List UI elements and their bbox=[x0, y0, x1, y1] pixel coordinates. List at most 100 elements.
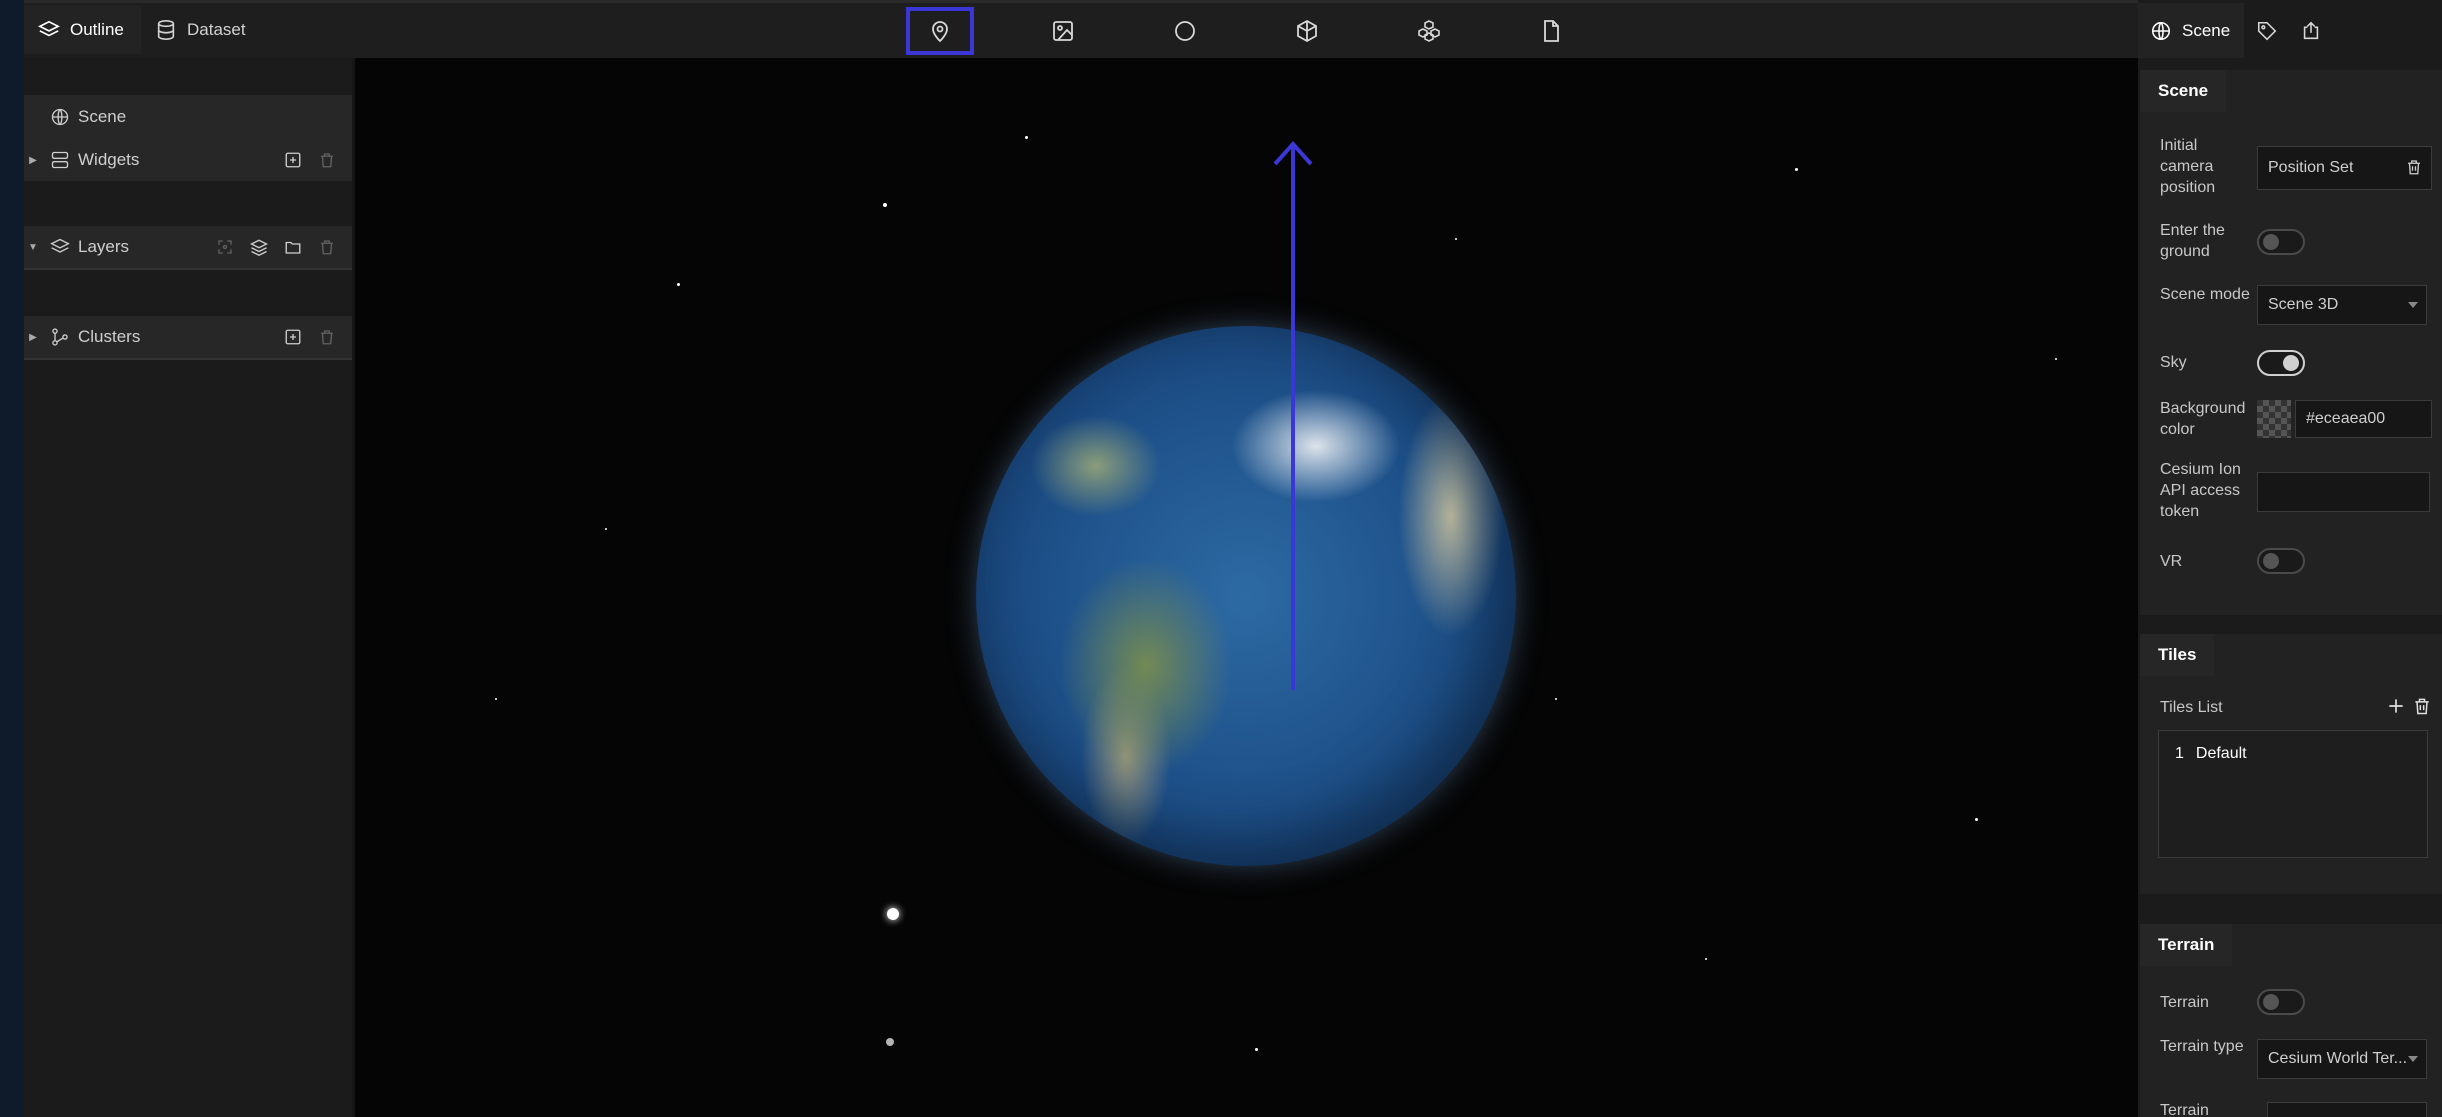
add-layer-icon[interactable] bbox=[250, 238, 268, 256]
star bbox=[1975, 818, 1978, 821]
terrain-extra-field[interactable] bbox=[2267, 1102, 2427, 1117]
outline-clusters-label: Clusters bbox=[78, 327, 141, 346]
cesium-token-label: Cesium Ion API access token bbox=[2160, 461, 2241, 520]
star bbox=[1795, 168, 1798, 171]
list-item[interactable]: 1 Default bbox=[2175, 745, 2247, 763]
terrain-group: Terrain Terrain Terrain type Cesium Worl… bbox=[2140, 924, 2442, 1117]
delete-cluster-icon[interactable] bbox=[318, 328, 336, 346]
star bbox=[605, 528, 607, 530]
sky-label: Sky bbox=[2160, 354, 2187, 371]
outline-layers-label: Layers bbox=[78, 237, 130, 256]
chevron-down-icon bbox=[2408, 302, 2418, 308]
star bbox=[2055, 358, 2057, 360]
initial-camera-value: Position Set bbox=[2268, 159, 2354, 176]
star bbox=[883, 203, 887, 207]
scene-group-title: Scene bbox=[2140, 70, 2227, 112]
earth-globe[interactable] bbox=[976, 326, 1516, 866]
delete-widget-icon[interactable] bbox=[318, 151, 336, 169]
add-tile-icon[interactable] bbox=[2386, 696, 2406, 716]
polygon-3d-icon bbox=[1295, 19, 1319, 43]
vr-toggle[interactable] bbox=[2257, 548, 2305, 574]
focus-layer-icon[interactable] bbox=[216, 238, 234, 256]
enter-ground-toggle[interactable] bbox=[2257, 229, 2305, 255]
tiles-list: 1 Default bbox=[2158, 730, 2428, 858]
outline-panel bbox=[24, 58, 352, 1117]
outline-widgets-label: Widgets bbox=[78, 150, 140, 169]
cluster-icon bbox=[42, 327, 78, 347]
scene-mode-value: Scene 3D bbox=[2268, 296, 2339, 313]
circle-icon bbox=[1173, 19, 1197, 43]
initial-camera-field[interactable]: Position Set bbox=[2257, 146, 2432, 190]
tab-scene[interactable]: Scene bbox=[2138, 3, 2244, 58]
export-icon bbox=[2300, 20, 2322, 42]
outline-clusters-item[interactable]: ▶ Clusters bbox=[24, 316, 352, 360]
outline-scene-label: Scene bbox=[78, 107, 127, 126]
add-marker-button[interactable] bbox=[906, 7, 974, 55]
layers-icon bbox=[42, 237, 78, 257]
collapse-arrow-icon[interactable]: ▼ bbox=[24, 242, 42, 253]
globe-icon bbox=[2150, 20, 2172, 42]
widgets-icon bbox=[42, 150, 78, 170]
star bbox=[677, 283, 680, 286]
tab-scene-label: Scene bbox=[2182, 20, 2231, 40]
add-polygon-button[interactable] bbox=[1277, 10, 1337, 52]
model-icon bbox=[1417, 19, 1441, 43]
top-bar bbox=[24, 0, 2442, 58]
background-color-label: Background color bbox=[2160, 400, 2246, 438]
outline-widgets-item[interactable]: ▶ Widgets bbox=[24, 139, 352, 183]
outline-layers-item[interactable]: ▼ Layers bbox=[24, 226, 352, 270]
sky-toggle[interactable] bbox=[2257, 350, 2305, 376]
tag-icon bbox=[2256, 20, 2278, 42]
tab-export[interactable] bbox=[2288, 3, 2332, 58]
add-image-button[interactable] bbox=[1033, 10, 1093, 52]
trash-icon[interactable] bbox=[2405, 158, 2423, 176]
database-icon bbox=[155, 19, 177, 41]
add-cluster-icon[interactable] bbox=[284, 328, 302, 346]
tiles-group: Tiles Tiles List 1 Default bbox=[2140, 634, 2442, 894]
add-circle-button[interactable] bbox=[1155, 10, 1215, 52]
star bbox=[1255, 1048, 1258, 1051]
map-viewport[interactable] bbox=[355, 58, 2138, 1117]
terrain-label: Terrain bbox=[2160, 994, 2209, 1011]
color-swatch[interactable] bbox=[2257, 400, 2291, 438]
tab-dataset[interactable]: Dataset bbox=[141, 6, 261, 54]
add-widget-icon[interactable] bbox=[284, 151, 302, 169]
background-color-input[interactable]: #eceaea00 bbox=[2295, 400, 2432, 438]
initial-camera-label: Initial camera position bbox=[2160, 137, 2216, 196]
star bbox=[886, 1038, 894, 1046]
properties-panel: Scene Scene Initial camera position Posi… bbox=[2138, 0, 2442, 1117]
cesium-token-input[interactable] bbox=[2257, 472, 2430, 512]
star bbox=[1455, 238, 1457, 240]
star bbox=[1025, 136, 1028, 139]
add-model-button[interactable] bbox=[1399, 10, 1459, 52]
add-file-button[interactable] bbox=[1521, 10, 1581, 52]
terrain-more-label: Terrain bbox=[2160, 1102, 2209, 1117]
image-icon bbox=[1051, 19, 1075, 43]
tile-index: 1 bbox=[2175, 745, 2184, 762]
scene-mode-label: Scene mode bbox=[2160, 286, 2250, 303]
tab-outline[interactable]: Outline bbox=[24, 6, 141, 54]
enter-ground-label: Enter the ground bbox=[2160, 222, 2225, 260]
expand-arrow-icon[interactable]: ▶ bbox=[24, 155, 42, 166]
tab-tags[interactable] bbox=[2244, 3, 2288, 58]
background-color-value: #eceaea00 bbox=[2306, 410, 2386, 427]
map-pin-icon bbox=[928, 19, 952, 43]
terrain-toggle[interactable] bbox=[2257, 989, 2305, 1015]
scene-mode-select[interactable]: Scene 3D bbox=[2257, 285, 2427, 325]
outline-scene-item[interactable]: Scene bbox=[24, 95, 352, 139]
globe-icon bbox=[42, 107, 78, 127]
annotation-arrow bbox=[1273, 141, 1313, 690]
trash-icon[interactable] bbox=[2412, 696, 2432, 716]
add-folder-icon[interactable] bbox=[284, 238, 302, 256]
file-icon bbox=[1539, 19, 1563, 43]
delete-layer-icon[interactable] bbox=[318, 238, 336, 256]
tiles-group-title: Tiles bbox=[2140, 634, 2215, 676]
star bbox=[1705, 958, 1707, 960]
expand-arrow-icon[interactable]: ▶ bbox=[24, 332, 42, 343]
vr-label: VR bbox=[2160, 553, 2183, 570]
tiles-list-label: Tiles List bbox=[2160, 699, 2223, 716]
terrain-type-select[interactable]: Cesium World Ter... bbox=[2257, 1039, 2427, 1079]
layers-icon bbox=[38, 19, 60, 41]
star bbox=[1555, 698, 1557, 700]
terrain-type-label: Terrain type bbox=[2160, 1038, 2244, 1055]
